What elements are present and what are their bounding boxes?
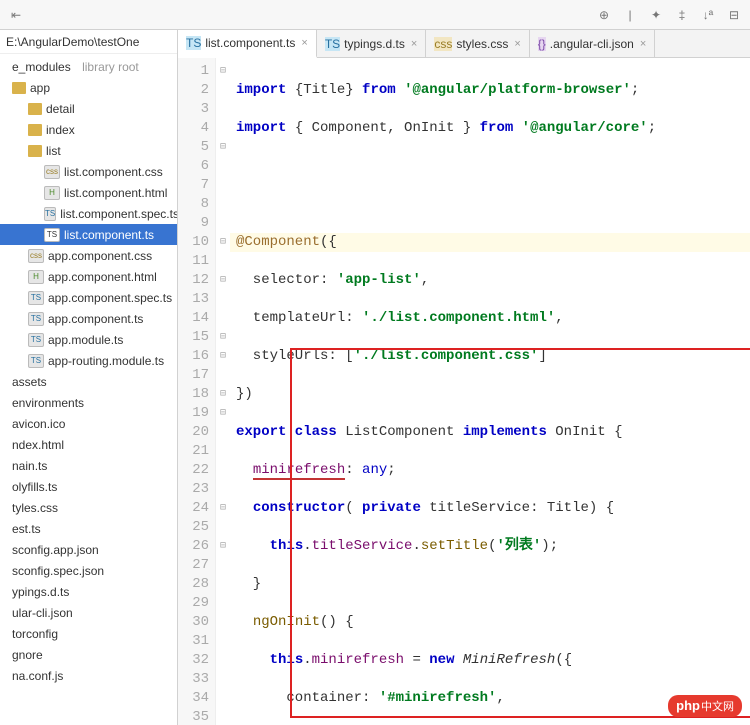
separator-icon: | <box>620 5 640 25</box>
tab-styles[interactable]: css styles.css × <box>426 30 529 57</box>
tree-file-html[interactable]: Hlist.component.html <box>0 182 177 203</box>
editor-tabs: TS list.component.ts × TS typings.d.ts ×… <box>178 30 750 58</box>
tree-folder-detail[interactable]: detail <box>0 98 177 119</box>
hide-icon[interactable]: ⊟ <box>724 5 744 25</box>
json-file-icon: {} <box>538 37 546 51</box>
tree-icon[interactable]: ‡ <box>672 5 692 25</box>
tree-file[interactable]: TSapp.module.ts <box>0 329 177 350</box>
tree-file[interactable]: avicon.ico <box>0 413 177 434</box>
folder-icon <box>28 145 42 157</box>
tree-file[interactable]: olyfills.ts <box>0 476 177 497</box>
editor-pane: TS list.component.ts × TS typings.d.ts ×… <box>178 30 750 725</box>
tree-file[interactable]: tyles.css <box>0 497 177 518</box>
tree-folder[interactable]: assets <box>0 371 177 392</box>
tree-file[interactable]: ular-cli.json <box>0 602 177 623</box>
tree-file[interactable]: torconfig <box>0 623 177 644</box>
tree-file-spec[interactable]: TSlist.component.spec.ts <box>0 203 177 224</box>
ts-file-icon: TS <box>28 333 44 347</box>
tree-folder-index[interactable]: index <box>0 119 177 140</box>
tree-file[interactable]: est.ts <box>0 518 177 539</box>
breadcrumb[interactable]: E:\AngularDemo\testOne <box>0 30 177 54</box>
folder-icon <box>28 103 42 115</box>
close-icon[interactable]: × <box>411 38 417 50</box>
tree-file[interactable]: ypings.d.ts <box>0 581 177 602</box>
ts-file-icon: TS <box>28 291 44 305</box>
close-icon[interactable]: × <box>301 37 307 49</box>
css-file-icon: css <box>434 37 452 51</box>
tree-file[interactable]: ndex.html <box>0 434 177 455</box>
tree-file[interactable]: na.conf.js <box>0 665 177 686</box>
top-toolbar: ⇤ ⊕ | ✦ ‡ ↓ª ⊟ <box>0 0 750 30</box>
tree-file[interactable]: sconfig.app.json <box>0 539 177 560</box>
collapse-icon[interactable]: ⇤ <box>6 5 26 25</box>
close-icon[interactable]: × <box>640 38 646 50</box>
tree-file[interactable]: TSapp-routing.module.ts <box>0 350 177 371</box>
ts-file-icon: TS <box>186 36 201 50</box>
structure-icon[interactable]: ✦ <box>646 5 666 25</box>
close-icon[interactable]: × <box>514 38 520 50</box>
tree-file[interactable]: nain.ts <box>0 455 177 476</box>
css-file-icon: css <box>28 249 44 263</box>
target-icon[interactable]: ⊕ <box>594 5 614 25</box>
tree-file[interactable]: TSapp.component.spec.ts <box>0 287 177 308</box>
watermark-logo: php中文网 <box>668 695 742 717</box>
tree-file[interactable]: Happ.component.html <box>0 266 177 287</box>
tree-root-modules[interactable]: e_modules library root <box>0 56 177 77</box>
code-editor[interactable]: 1234567891011121314151617181920212223242… <box>178 58 750 725</box>
file-tree: e_modules library root app detail index … <box>0 54 177 686</box>
folder-icon <box>28 124 42 136</box>
tab-typings[interactable]: TS typings.d.ts × <box>317 30 426 57</box>
tree-folder[interactable]: environments <box>0 392 177 413</box>
tree-file-css[interactable]: csslist.component.css <box>0 161 177 182</box>
ts-file-icon: TS <box>28 354 44 368</box>
ts-file-icon: TS <box>325 37 340 51</box>
ts-file-icon: TS <box>44 228 60 242</box>
breadcrumb-path: E:\AngularDemo\testOne <box>6 35 139 49</box>
project-sidebar: E:\AngularDemo\testOne e_modules library… <box>0 30 178 725</box>
tree-file[interactable]: sconfig.spec.json <box>0 560 177 581</box>
tree-folder-list[interactable]: list <box>0 140 177 161</box>
tree-file[interactable]: gnore <box>0 644 177 665</box>
code-content[interactable]: import {Title} from '@angular/platform-b… <box>230 58 750 725</box>
html-file-icon: H <box>44 186 60 200</box>
tree-file[interactable]: TSapp.component.ts <box>0 308 177 329</box>
line-gutter: 1234567891011121314151617181920212223242… <box>178 58 216 725</box>
tab-list-component[interactable]: TS list.component.ts × <box>178 30 317 58</box>
css-file-icon: css <box>44 165 60 179</box>
sort-icon[interactable]: ↓ª <box>698 5 718 25</box>
tree-file-component-ts[interactable]: TSlist.component.ts <box>0 224 177 245</box>
fold-column[interactable]: ⊟⊟⊟⊟⊟⊟⊟⊟⊟⊟ <box>216 58 230 725</box>
ts-file-icon: TS <box>28 312 44 326</box>
folder-icon <box>12 82 26 94</box>
tree-folder-app[interactable]: app <box>0 77 177 98</box>
ts-file-icon: TS <box>44 207 56 221</box>
tab-angular-cli[interactable]: {} .angular-cli.json × <box>530 30 656 57</box>
tree-file[interactable]: cssapp.component.css <box>0 245 177 266</box>
html-file-icon: H <box>28 270 44 284</box>
